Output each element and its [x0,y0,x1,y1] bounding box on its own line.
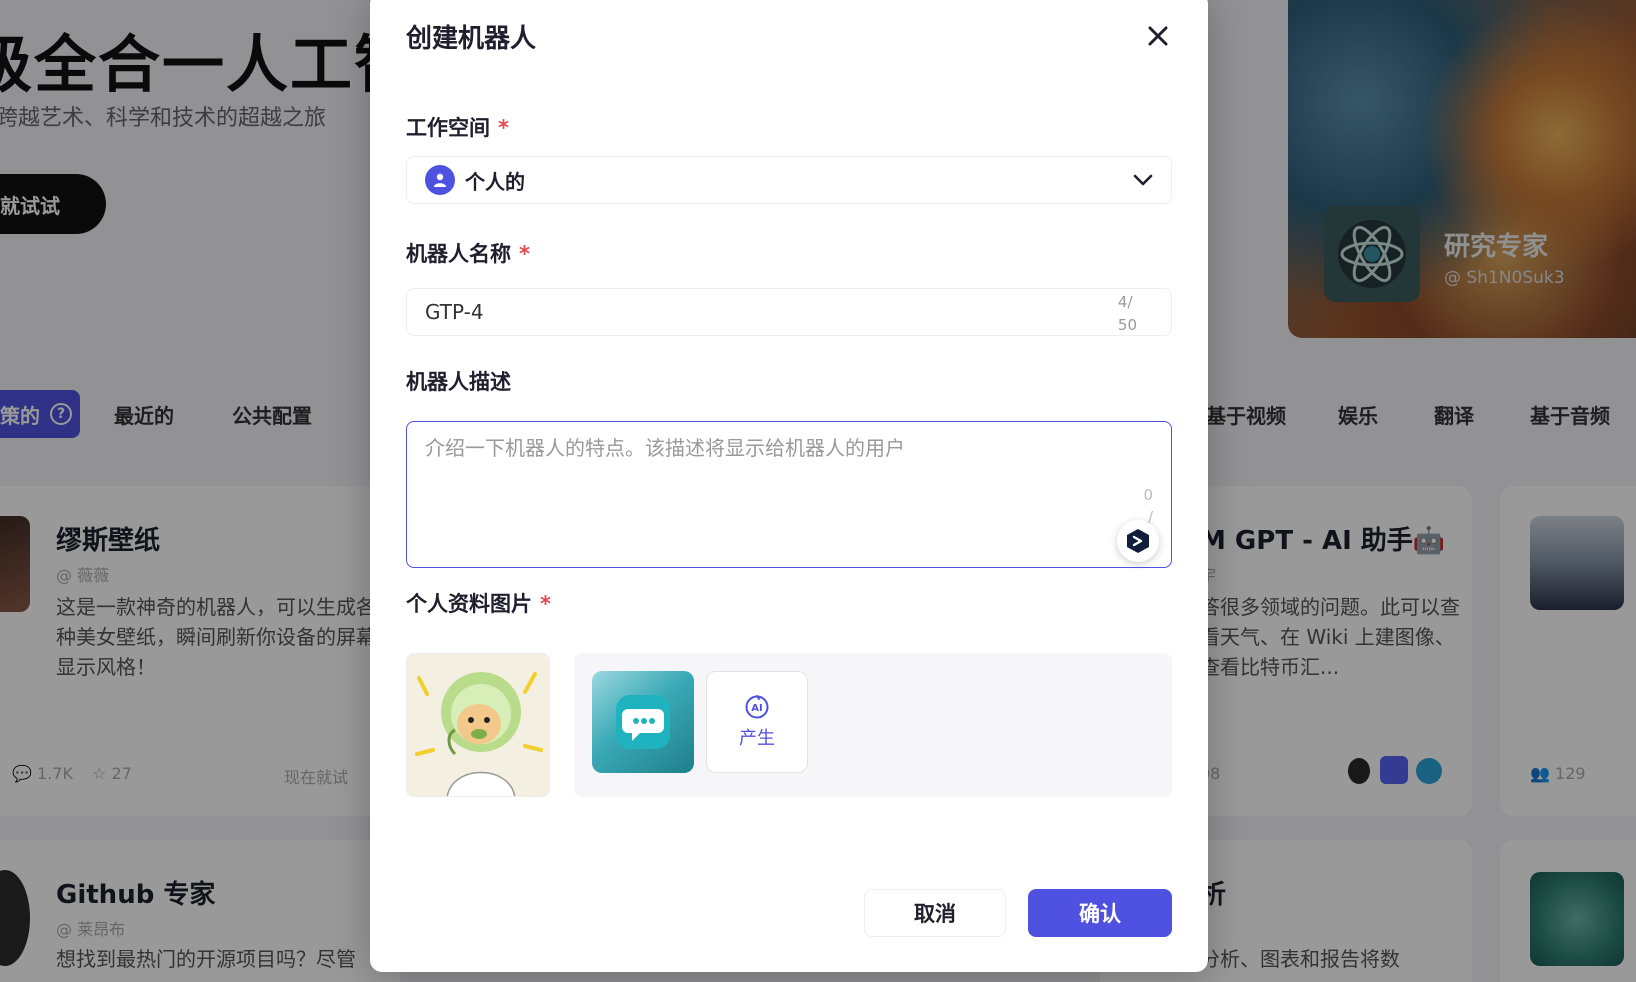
generate-avatar-button[interactable]: AI 产生 [706,671,808,773]
workspace-label: 工作空间 * [406,112,509,142]
required-marker: * [540,592,551,616]
user-icon [425,165,455,195]
avatar-option[interactable] [592,671,694,773]
counter-current: 4/ [1117,293,1133,311]
bot-name-value: GTP-4 [425,300,484,324]
assistant-icon [1127,529,1149,553]
workspace-label-text: 工作空间 [406,116,490,140]
bot-name-counter: 4/ 50 [1118,291,1137,337]
profile-image-label: 个人资料图片 * [406,588,551,618]
description-placeholder: 介绍一下机器人的特点。该描述将显示给机器人的用户 [425,436,905,460]
selected-avatar-image[interactable] [406,653,550,797]
chat-bot-icon [616,695,670,749]
cabbage-dog-image [407,654,549,796]
bot-description-label: 机器人描述 [406,370,511,394]
required-marker: * [498,116,509,140]
dialog-title: 创建机器人 [406,24,537,54]
workspace-select[interactable]: 个人的 [406,156,1172,204]
ai-badge-text: AI [751,703,762,714]
create-bot-dialog: 创建机器人 工作空间 * 个人的 机器人名称 * GTP-4 4/ 50 机器人描述 [370,0,1208,972]
bot-name-input[interactable]: GTP-4 4/ 50 [406,288,1172,336]
bot-name-label: 机器人名称 * [406,238,530,268]
counter-max: 50 [1117,316,1137,334]
bot-description-textarea[interactable]: 介绍一下机器人的特点。该描述将显示给机器人的用户 0 / 2 [406,421,1172,568]
counter-current: 0 [1143,486,1153,504]
chevron-down-icon [1133,174,1153,186]
writing-assistant-button[interactable] [1117,520,1159,562]
workspace-value: 个人的 [465,169,525,194]
profile-image-label-text: 个人资料图片 [406,592,532,616]
required-marker: * [519,242,530,266]
avatar-gallery: AI 产生 [574,653,1172,797]
confirm-button[interactable]: 确认 [1028,889,1172,937]
close-icon [1148,26,1168,46]
cancel-button[interactable]: 取消 [864,889,1006,937]
ai-generate-icon: AI [745,695,769,719]
bot-name-label-text: 机器人名称 [406,242,511,266]
generate-label: 产生 [739,728,775,749]
close-button[interactable] [1140,18,1176,54]
